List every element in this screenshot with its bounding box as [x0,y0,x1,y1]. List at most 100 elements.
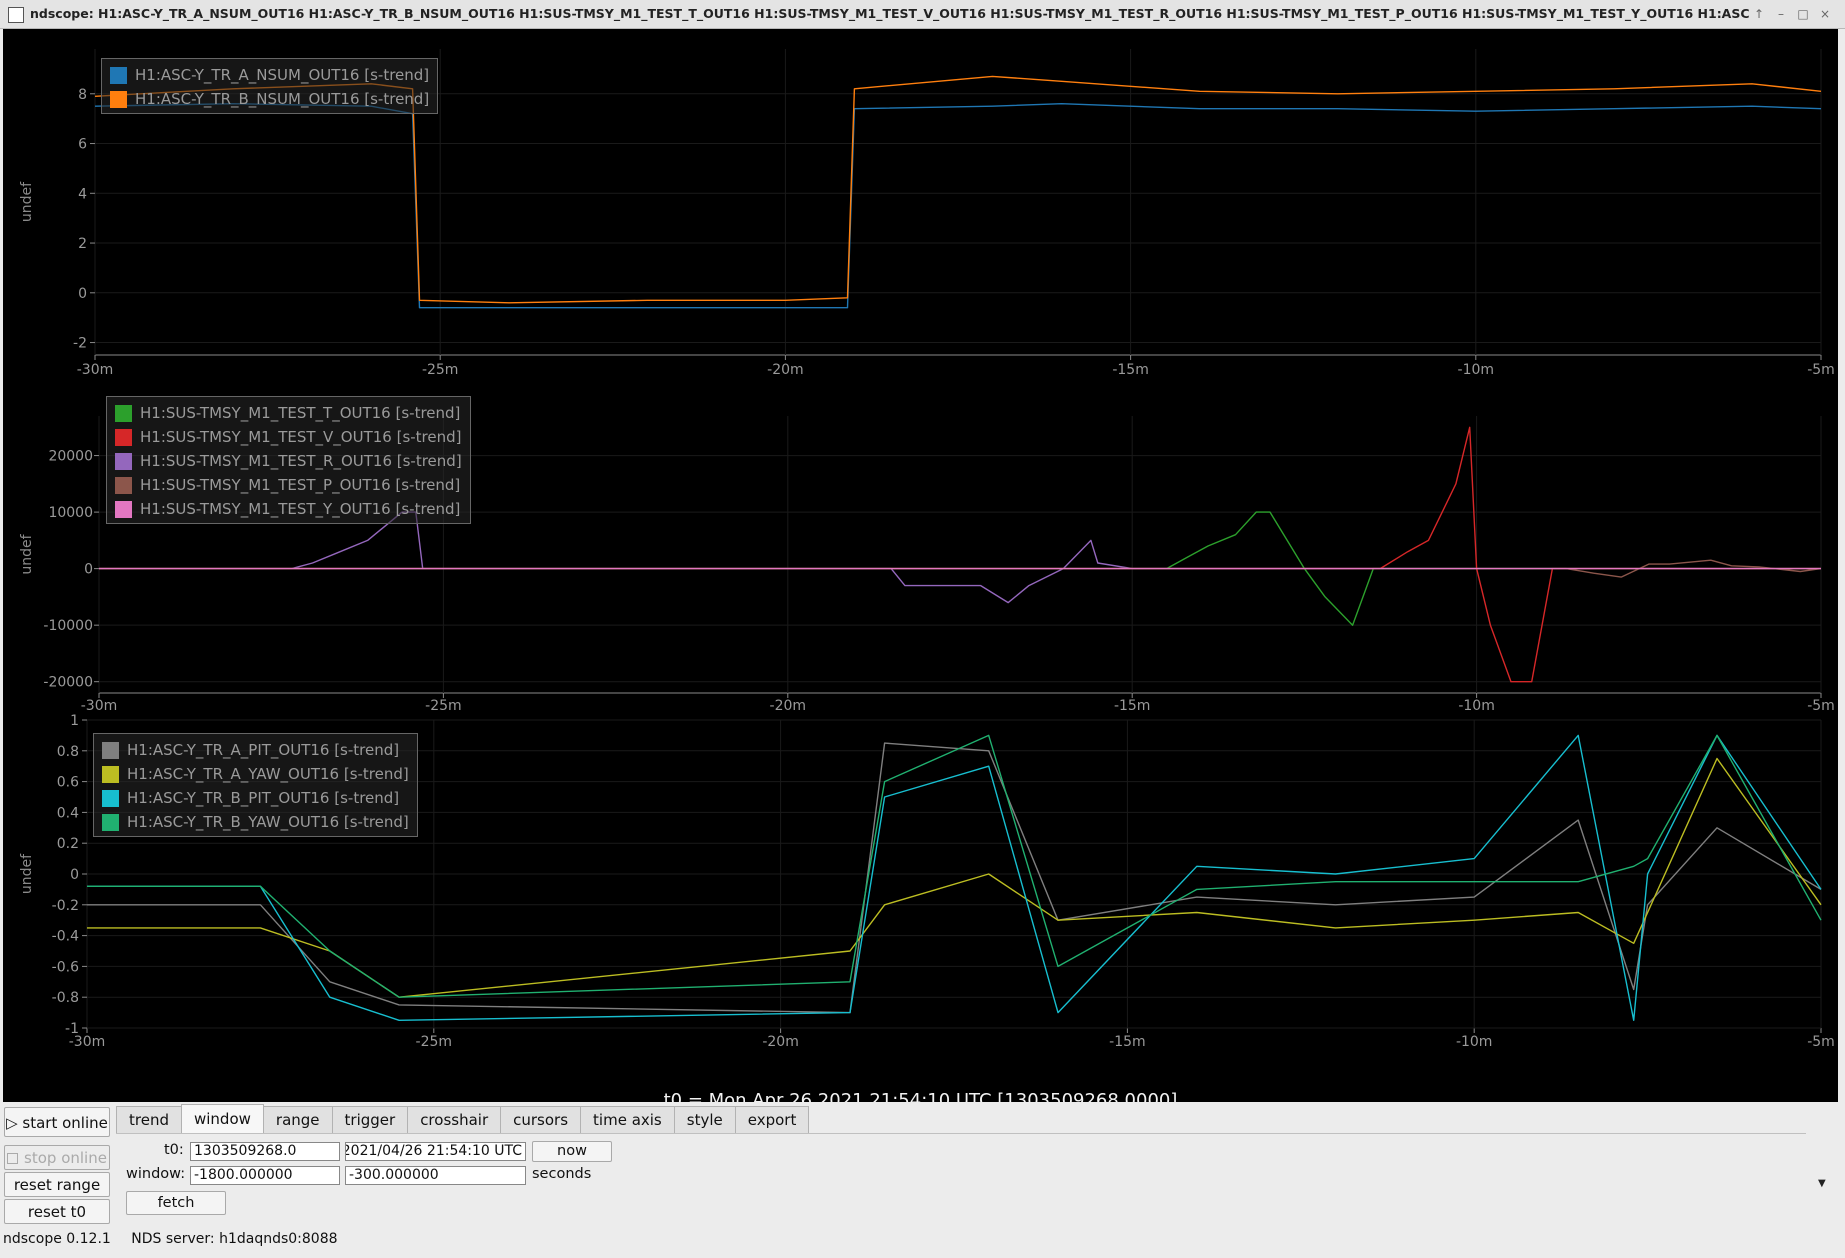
plots-canvas[interactable]: -30m -25m -20m -15m -10m -5m 8 6 4 2 0 -2 undef -30m -… [3,29,1838,1102]
t0-label: t0 = Mon Apr 26 2021 21:54:10 UTC [13035… [663,1090,1178,1102]
legend-swatch [102,741,119,759]
t0-utc-input[interactable]: 2021/04/26 21:54:10 UTC [345,1142,526,1161]
plot2-y-tick-label: 0 [84,562,93,578]
plot1-x-tick-label: -20m [767,362,804,378]
plot3-x-tick-label: -10m [1456,1034,1493,1050]
window-end-input[interactable]: -300.000000 [345,1166,526,1185]
plot3-x-tick-label: -5m [1807,1034,1835,1050]
tab-time-axis[interactable]: time axis [580,1106,675,1133]
window-start-input[interactable]: -1800.000000 [190,1166,340,1185]
seconds-label: seconds [532,1166,592,1182]
legend-swatch [115,500,132,518]
reset-range-button[interactable]: reset range [4,1172,110,1197]
version-label: ndscope 0.12.1 [3,1231,111,1247]
legend-label: H1:ASC-Y_TR_A_YAW_OUT16 [s-trend] [127,765,409,783]
plot2-y-tick-label: 10000 [48,505,93,521]
tab-export[interactable]: export [734,1106,810,1133]
plot2-y-tick-label: 20000 [48,449,93,465]
control-tabs: trend window range trigger crosshair cur… [116,1104,810,1134]
plot3-x-tick-label: -15m [1109,1034,1146,1050]
plot1-x-tick-label: -10m [1458,362,1495,378]
t0-field-label: t0: [164,1142,184,1158]
reset-t0-button[interactable]: reset t0 [4,1199,110,1224]
fetch-button[interactable]: fetch [126,1191,226,1215]
t0-gps-input[interactable]: 1303509268.0 [190,1142,340,1161]
plot1-y-tick-label: 6 [78,137,87,153]
legend-swatch [115,404,132,422]
plot3-legend: H1:ASC-Y_TR_A_PIT_OUT16 [s-trend] H1:ASC-… [93,733,418,837]
plot1-y-tick-label: 4 [78,186,87,202]
tab-panel-divider [116,1133,1806,1134]
stop-online-checkbox-icon [7,1153,19,1164]
stop-online-button[interactable]: stop online [4,1145,110,1170]
tab-style[interactable]: style [673,1106,736,1133]
now-button[interactable]: now [532,1141,612,1162]
minimize-icon[interactable]: – [1770,0,1792,28]
plot3-y-tick-label: -0.8 [52,990,79,1006]
plot3-y-tick-label: 1 [70,713,79,729]
plot1-x-tick-label: -5m [1807,362,1835,378]
tab-trigger[interactable]: trigger [331,1106,409,1133]
legend-label: H1:SUS-TMSY_M1_TEST_Y_OUT16 [s-trend] [140,500,461,518]
legend-swatch [115,452,132,470]
legend-swatch [115,476,132,494]
t0-utc-value: 2021/04/26 21:54:10 UTC [345,1143,522,1159]
tab-window[interactable]: window [180,1104,264,1133]
legend-item: H1:ASC-Y_TR_A_PIT_OUT16 [s-trend] [102,738,409,762]
legend-item: H1:SUS-TMSY_M1_TEST_R_OUT16 [s-trend] [115,449,462,473]
tab-range[interactable]: range [262,1106,333,1133]
legend-label: H1:ASC-Y_TR_A_NSUM_OUT16 [s-trend] [135,66,430,84]
keep-above-icon[interactable]: ↑ [1748,0,1770,28]
tab-trend[interactable]: trend [116,1106,182,1133]
plot3-y-tick-label: 0.4 [57,805,79,821]
panel-collapse-icon[interactable]: ▼ [1818,1178,1826,1189]
legend-item: H1:ASC-Y_TR_B_NSUM_OUT16 [s-trend] [110,87,429,111]
tab-crosshair[interactable]: crosshair [407,1106,502,1133]
legend-label: H1:ASC-Y_TR_B_YAW_OUT16 [s-trend] [127,813,409,831]
plot3-x-tick-label: -20m [762,1034,799,1050]
plot2-series-1 [99,511,1821,604]
plot3-y-tick-label: 0.8 [57,744,79,760]
legend-label: H1:SUS-TMSY_M1_TEST_V_OUT16 [s-trend] [140,428,462,446]
legend-swatch [115,428,132,446]
plot2-x-tick-label: -30m [81,698,118,714]
plot3-y-label: undef [19,853,35,894]
legend-swatch [110,90,127,108]
title-bar: ndscope: H1:ASC-Y_TR_A_NSUM_OUT16 H1:ASC… [0,0,1845,29]
legend-swatch [102,765,119,783]
app-icon [8,7,24,23]
legend-item: H1:SUS-TMSY_M1_TEST_V_OUT16 [s-trend] [115,425,462,449]
plot2-x-tick-label: -15m [1114,698,1151,714]
plot2-y-tick-label: -20000 [43,675,93,691]
plot2-x-tick-label: -25m [425,698,462,714]
plot-area: -30m -25m -20m -15m -10m -5m 8 6 4 2 0 -2 undef -30m -… [3,29,1838,1102]
legend-label: H1:SUS-TMSY_M1_TEST_T_OUT16 [s-trend] [140,404,461,422]
legend-item: H1:ASC-Y_TR_A_YAW_OUT16 [s-trend] [102,762,409,786]
plot3-y-tick-label: 0.6 [57,775,79,791]
plot1-x-tick-label: -15m [1112,362,1149,378]
tab-cursors[interactable]: cursors [500,1106,582,1133]
close-icon[interactable]: × [1814,0,1836,28]
plot2-x-tick-label: -20m [770,698,807,714]
plot2-y-tick-label: -10000 [43,618,93,634]
legend-item: H1:SUS-TMSY_M1_TEST_Y_OUT16 [s-trend] [115,497,462,521]
plot1-y-label: undef [19,181,35,222]
legend-item: H1:SUS-TMSY_M1_TEST_P_OUT16 [s-trend] [115,473,462,497]
legend-item: H1:SUS-TMSY_M1_TEST_T_OUT16 [s-trend] [115,401,462,425]
plot3-y-tick-label: -0.2 [52,898,79,914]
plot2-y-label: undef [19,533,35,574]
plot2-x-tick-label: -5m [1807,698,1835,714]
status-bar: ndscope 0.12.1 NDS server: h1daqnds0:808… [3,1231,354,1247]
plot3-y-tick-label: 0.2 [57,836,79,852]
legend-item: H1:ASC-Y_TR_B_PIT_OUT16 [s-trend] [102,786,409,810]
stop-online-label: stop online [24,1149,107,1167]
plot1-y-tick-label: -2 [73,336,87,352]
start-online-button[interactable]: ▷ start online [4,1107,110,1137]
maximize-icon[interactable]: □ [1792,0,1814,28]
plot1-series-1 [94,102,1822,309]
plot2-x-tick-label: -10m [1458,698,1495,714]
legend-swatch [110,66,127,84]
window-field-label: window: [126,1166,186,1182]
legend-item: H1:ASC-Y_TR_B_YAW_OUT16 [s-trend] [102,810,409,834]
legend-swatch [102,789,119,807]
